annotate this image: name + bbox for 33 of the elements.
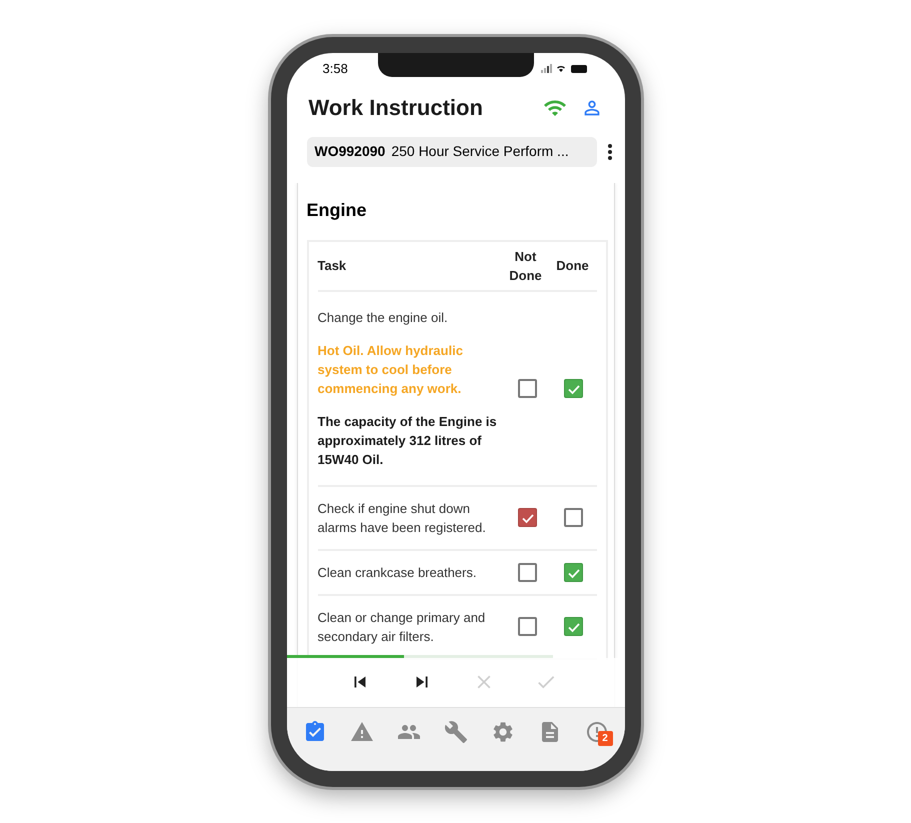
checkbox[interactable] [564, 617, 583, 636]
wrench-icon [444, 720, 468, 744]
section-title: Engine [306, 198, 368, 222]
warning-text: Hot Oil. Allow hydraulic system to cool before commencing any work. [318, 342, 464, 398]
column-header: Not Done [508, 248, 543, 284]
checkbox[interactable] [518, 617, 537, 636]
wrench-tab[interactable] [444, 720, 468, 744]
page-title: Work Instruction [308, 94, 483, 122]
task-text: Clean crankcase breathers. [318, 564, 478, 582]
work-order-number: WO992090 [314, 142, 386, 161]
checkbox[interactable] [564, 562, 583, 582]
status-time: 3:58 [322, 60, 348, 78]
checkbox[interactable] [518, 562, 537, 582]
settings-tab[interactable] [490, 720, 514, 744]
warning-tab[interactable] [350, 720, 374, 744]
settings-icon [490, 720, 514, 744]
note-text: The capacity of the Engine is approximately 312 litres of 15W40 Oil. [318, 412, 498, 468]
checkbox[interactable] [518, 508, 537, 527]
task-text: Clean or change primary and secondary air filters. [318, 608, 486, 646]
work-order-description: 250 Hour Service Perform ... [391, 142, 569, 161]
count-badge: 2 [598, 730, 612, 746]
task-text: Check if engine shut down alarms have been registered. [318, 500, 487, 536]
column-header: Done [555, 257, 590, 275]
task-text: Change the engine oil. [318, 308, 449, 326]
more-icon[interactable] [606, 142, 612, 160]
work-order-chip[interactable]: WO992090 250 Hour Service Perform ... [306, 136, 596, 166]
checkbox[interactable] [564, 378, 583, 398]
checkbox[interactable] [518, 378, 537, 398]
status-icons [540, 64, 588, 74]
alert-icon [584, 720, 608, 744]
warning-icon [350, 720, 374, 744]
column-header: Task [318, 257, 348, 275]
checkbox[interactable] [564, 508, 583, 527]
